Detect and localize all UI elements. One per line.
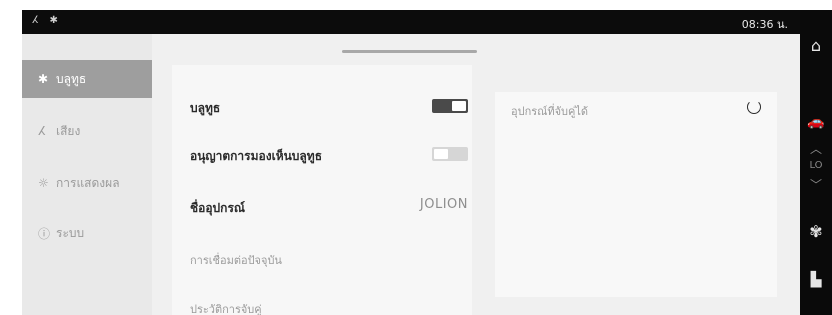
bluetooth-settings-list: บลูทูธ อนุญาตการมองเห็นบลูทูธ ชื่ออุปกรณ… (172, 65, 472, 315)
sidebar-item-label: บลูทูธ (56, 71, 87, 86)
bluetooth-toggle[interactable] (432, 99, 468, 113)
pairing-history-label: ประวัติการจับคู่ (190, 303, 262, 315)
visibility-toggle[interactable] (432, 147, 468, 161)
status-bar: ⵃ ✱ 08:36 น. (22, 10, 800, 34)
visibility-label: อนุญาตการมองเห็นบลูทูธ (190, 149, 323, 163)
sidebar-item-bluetooth[interactable]: ✱ บลูทูธ (22, 60, 152, 98)
drag-handle[interactable] (342, 50, 477, 53)
settings-side-menu: ✱ บลูทูธ ⵃ เสียง ☼ การแสดงผล ⓘ ระบบ (22, 34, 152, 315)
loading-spinner-icon (747, 100, 761, 114)
right-control-rail: ⌂ 🚗 ︿ LO ﹀ ✾ ▙ (800, 10, 832, 315)
sidebar-item-system[interactable]: ⓘ ระบบ (22, 214, 152, 252)
temperature-up-icon[interactable]: ︿ (800, 140, 832, 157)
clock: 08:36 น. (741, 18, 788, 31)
sidebar-item-sound[interactable]: ⵃ เสียง (22, 112, 152, 150)
bluetooth-icon: ✱ (38, 72, 49, 86)
status-icons: ⵃ ✱ (32, 15, 62, 26)
fan-icon[interactable]: ✾ (800, 222, 832, 241)
sidebar-item-label: การแสดงผล (56, 175, 120, 190)
info-icon: ⓘ (38, 226, 51, 241)
current-connection-label: การเชื่อมต่อปัจจุบัน (190, 254, 282, 267)
device-name-value: JOLION (419, 197, 468, 212)
device-name-label: ชื่ออุปกรณ์ (190, 201, 246, 215)
sidebar-item-label: ระบบ (56, 225, 85, 240)
available-devices-label: อุปกรณ์ที่จับคู่ได้ (511, 105, 589, 118)
temperature-down-icon[interactable]: ﹀ (800, 176, 832, 193)
sidebar-item-label: เสียง (56, 123, 81, 138)
brightness-icon: ☼ (38, 176, 49, 190)
bluetooth-label: บลูทูธ (190, 101, 221, 115)
speaker-icon: ⵃ (38, 124, 46, 138)
head-unit-screen: ⵃ ✱ 08:36 น. ✱ บลูทูธ ⵃ เสียง ☼ การแสดงผ… (22, 10, 800, 315)
seat-icon[interactable]: ▙ (800, 272, 832, 288)
sidebar-item-display[interactable]: ☼ การแสดงผล (22, 164, 152, 202)
available-devices-panel: อุปกรณ์ที่จับคู่ได้ (495, 92, 777, 297)
temperature-readout: LO (809, 160, 823, 171)
home-icon[interactable]: ⌂ (800, 36, 832, 55)
car-icon[interactable]: 🚗 (800, 114, 832, 130)
